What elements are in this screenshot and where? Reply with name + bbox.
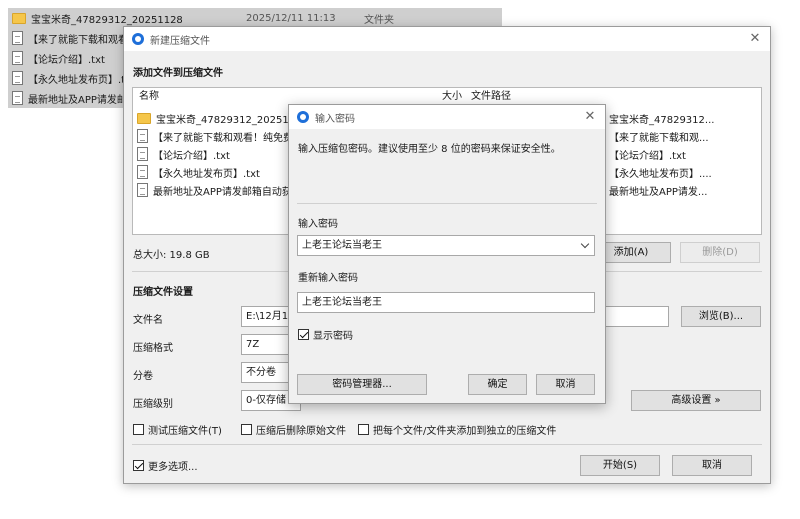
browse-button[interactable]: 浏览(B)...: [681, 306, 761, 327]
explorer-file-name: 【永久地址发布页】.t: [28, 74, 126, 86]
checkbox-icon: [133, 424, 144, 435]
checkbox-checked-icon: [298, 329, 309, 340]
explorer-row[interactable]: 最新地址及APP请发邮: [8, 88, 128, 108]
ok-button[interactable]: 确定: [468, 374, 527, 395]
explorer-file-date: 2025/12/11 11:13: [246, 12, 336, 24]
checkbox-label: 测试压缩文件(T): [148, 426, 222, 437]
explorer-file-name: 宝宝米奇_47829312_20251128: [31, 14, 183, 26]
explorer-file-name: 【来了就能下载和观看: [28, 34, 128, 46]
explorer-file-name: 【论坛介绍】.txt: [28, 54, 105, 66]
text-file-icon: [12, 91, 23, 105]
password-dialog-title: 输入密码: [315, 113, 355, 125]
checkbox-label: 压缩后删除原始文件: [256, 426, 346, 437]
delete-button[interactable]: 删除(D): [680, 242, 760, 263]
advanced-settings-button[interactable]: 高级设置 »: [631, 390, 761, 411]
folder-icon: [137, 112, 151, 124]
file-path: 最新地址及APP请发...: [609, 186, 708, 198]
explorer-row[interactable]: 【论坛介绍】.txt: [8, 48, 128, 68]
checkbox-label: 更多选项...: [148, 462, 198, 473]
close-icon[interactable]: ✕: [581, 108, 599, 126]
password-manager-button[interactable]: 密码管理器...: [297, 374, 427, 395]
checkbox-checked-icon: [133, 460, 144, 471]
file-path: 宝宝米奇_47829312...: [609, 114, 715, 126]
cancel-button[interactable]: 取消: [672, 455, 752, 476]
dialog-title: 新建压缩文件: [150, 35, 210, 47]
start-button[interactable]: 开始(S): [580, 455, 660, 476]
show-password-checkbox[interactable]: 显示密码: [298, 327, 353, 342]
chevron-down-icon[interactable]: [580, 239, 590, 249]
level-label: 压缩级别: [133, 399, 173, 410]
delete-after-checkbox[interactable]: 压缩后删除原始文件: [241, 422, 346, 437]
checkbox-icon: [358, 424, 369, 435]
total-size: 总大小: 19.8 GB: [133, 250, 210, 261]
separate-archives-checkbox[interactable]: 把每个文件/文件夹添加到独立的压缩文件: [358, 422, 556, 437]
file-path: 【来了就能下载和观...: [609, 132, 709, 144]
explorer-row[interactable]: 【永久地址发布页】.t: [8, 68, 128, 88]
password-hint: 输入压缩包密码。建议使用至少 8 位的密码来保证安全性。: [298, 144, 561, 155]
file-path: 【论坛介绍】.txt: [609, 150, 686, 162]
divider: [297, 203, 597, 204]
text-file-icon: [137, 129, 148, 143]
password-dialog-titlebar: 输入密码 ✕: [289, 105, 605, 129]
text-file-icon: [12, 71, 23, 85]
password-label: 输入密码: [298, 219, 338, 230]
checkbox-label: 把每个文件/文件夹添加到独立的压缩文件: [373, 426, 557, 437]
text-file-icon: [12, 31, 23, 45]
split-label: 分卷: [133, 371, 153, 382]
app-logo-icon: [132, 33, 144, 45]
file-path: 【永久地址发布页】....: [609, 168, 712, 180]
password-value: 上老王论坛当老王: [302, 240, 382, 251]
confirm-password-label: 重新输入密码: [298, 273, 358, 284]
folder-icon: [12, 12, 26, 24]
file-name: 宝宝米奇_47829312_20251128: [156, 114, 308, 126]
explorer-file-type: 文件夹: [364, 14, 394, 26]
divider: [132, 444, 762, 445]
password-input[interactable]: 上老王论坛当老王: [297, 235, 595, 256]
more-options-checkbox[interactable]: 更多选项...: [133, 458, 198, 473]
file-name: 【论坛介绍】.txt: [153, 150, 230, 162]
close-icon[interactable]: ✕: [746, 30, 764, 48]
add-files-heading: 添加文件到压缩文件: [133, 68, 223, 79]
test-archive-checkbox[interactable]: 测试压缩文件(T): [133, 422, 222, 437]
explorer-file-name: 最新地址及APP请发邮: [28, 94, 127, 106]
file-name: 【永久地址发布页】.txt: [153, 168, 260, 180]
text-file-icon: [12, 51, 23, 65]
cancel-button[interactable]: 取消: [536, 374, 595, 395]
text-file-icon: [137, 147, 148, 161]
text-file-icon: [137, 183, 148, 197]
confirm-password-input[interactable]: 上老王论坛当老王: [297, 292, 595, 313]
checkbox-label: 显示密码: [313, 331, 353, 342]
checkbox-icon: [241, 424, 252, 435]
dialog-titlebar: 新建压缩文件 ✕: [124, 27, 770, 51]
file-name: 【来了就能下载和观看！纯免费: [153, 132, 293, 144]
settings-heading: 压缩文件设置: [133, 287, 193, 298]
column-name[interactable]: 名称: [139, 88, 159, 106]
explorer-row[interactable]: 【来了就能下载和观看: [8, 28, 128, 48]
file-name: 最新地址及APP请发邮箱自动获: [153, 186, 292, 198]
app-logo-icon: [297, 111, 309, 123]
password-dialog: 输入密码 ✕ 输入压缩包密码。建议使用至少 8 位的密码来保证安全性。 输入密码…: [288, 104, 606, 404]
filename-label: 文件名: [133, 315, 163, 326]
text-file-icon: [137, 165, 148, 179]
explorer-row-folder[interactable]: 宝宝米奇_47829312_20251128 2025/12/11 11:13 …: [8, 8, 502, 28]
format-label: 压缩格式: [133, 343, 173, 354]
